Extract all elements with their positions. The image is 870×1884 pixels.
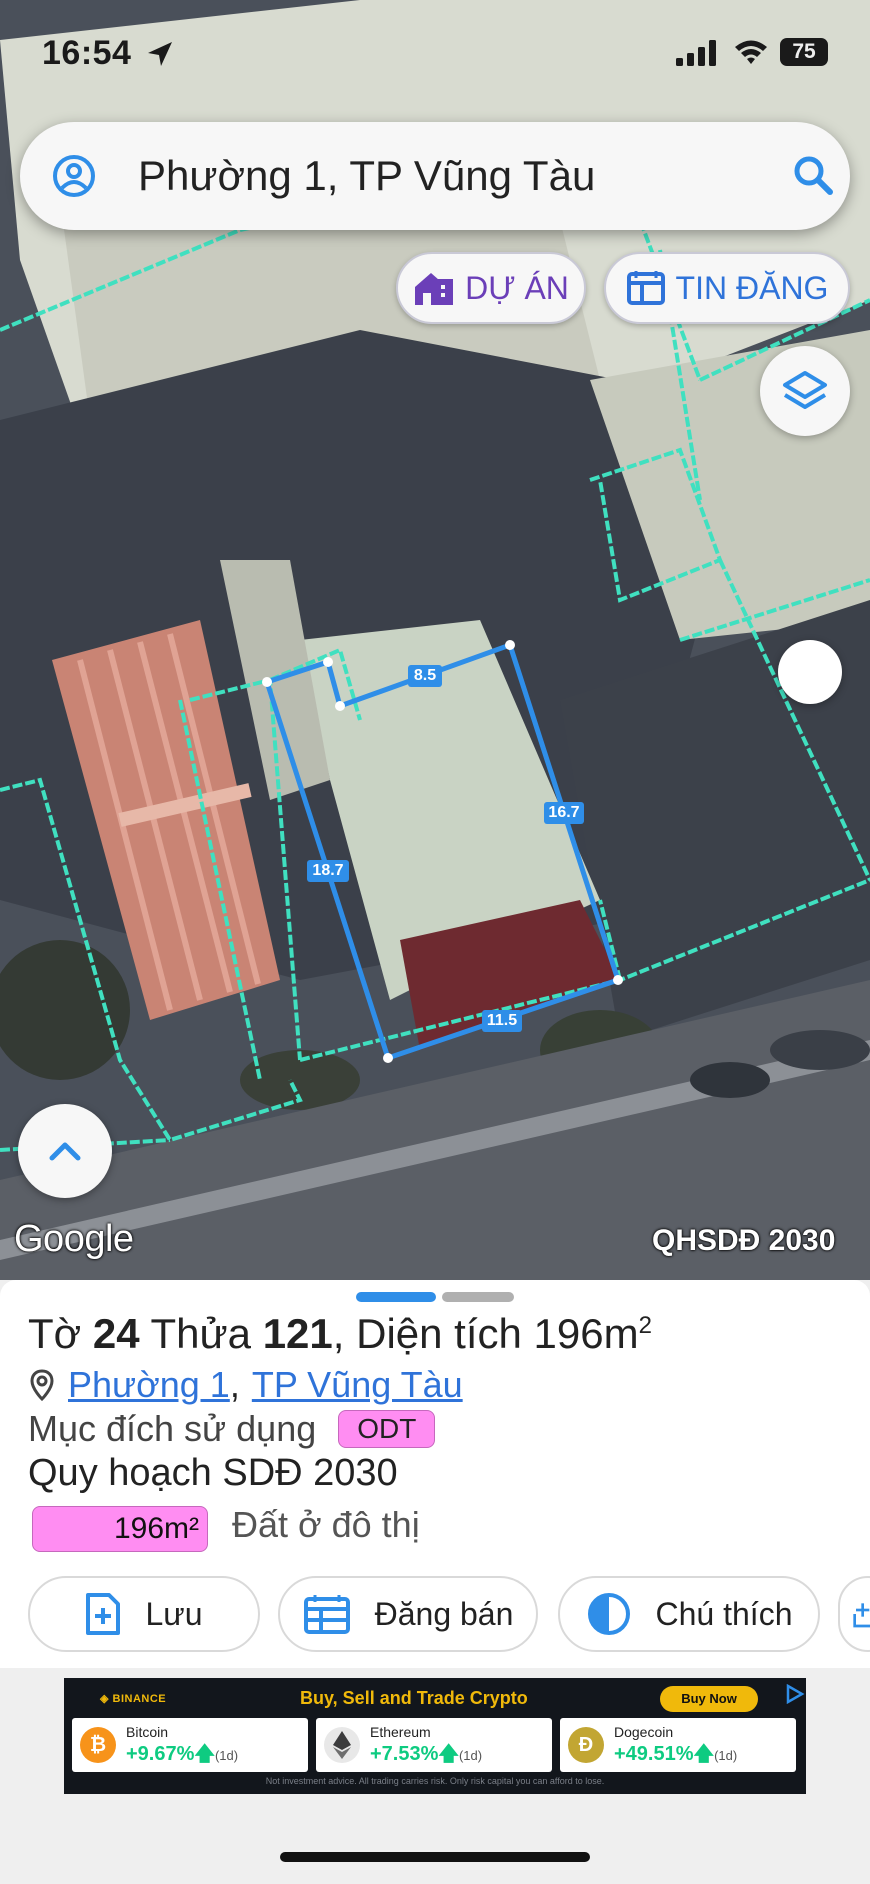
location-arrow-icon bbox=[148, 42, 172, 66]
google-attribution: Google bbox=[14, 1218, 134, 1260]
ad-headline: Buy, Sell and Trade Crypto bbox=[300, 1688, 528, 1708]
edge-length-label: 18.7 bbox=[307, 860, 349, 882]
ethereum-icon bbox=[324, 1727, 360, 1763]
cellular-signal-icon bbox=[676, 40, 716, 66]
coin-card-ethereum[interactable]: Ethereum +7.53%🡅(1d) bbox=[316, 1718, 552, 1772]
location-pin-icon bbox=[30, 1369, 54, 1401]
planning-layer-label: QHSDĐ 2030 bbox=[652, 1224, 836, 1257]
parcel-title: Tờ 24 Thửa 121, Diện tích 196m2 bbox=[28, 1310, 652, 1357]
account-icon[interactable] bbox=[52, 154, 96, 198]
coin-name: Dogecoin bbox=[614, 1724, 674, 1740]
coin-name: Ethereum bbox=[370, 1724, 431, 1740]
coin-change: +9.67%🡅(1d) bbox=[126, 1743, 239, 1765]
add-file-icon bbox=[853, 1603, 870, 1628]
coin-card-bitcoin[interactable]: ₿ Bitcoin +9.67%🡅(1d) bbox=[72, 1718, 308, 1772]
save-label: Lưu bbox=[145, 1595, 203, 1632]
edge-length-label: 16.7 bbox=[544, 802, 584, 824]
layers-button[interactable] bbox=[760, 346, 850, 436]
add-file-icon bbox=[86, 1593, 121, 1635]
adchoices-icon[interactable] bbox=[784, 1684, 806, 1704]
bitcoin-icon: ₿ bbox=[80, 1727, 116, 1763]
sheet-page-indicator[interactable] bbox=[442, 1292, 514, 1302]
chevron-up-icon bbox=[49, 1142, 81, 1161]
map-view[interactable]: 8.5 16.7 18.7 11.5 16:54 75 Phường 1, TP… bbox=[0, 0, 870, 1280]
post-for-sale-label: Đăng bán bbox=[374, 1595, 514, 1632]
dogecoin-icon: Ð bbox=[568, 1727, 604, 1763]
sheet-label: Tờ bbox=[28, 1310, 82, 1357]
more-actions-button[interactable] bbox=[838, 1576, 870, 1652]
plot-label: Thửa bbox=[150, 1310, 252, 1357]
contrast-icon bbox=[587, 1593, 630, 1635]
ad-disclaimer: Not investment advice. All trading carri… bbox=[265, 1776, 605, 1786]
building-icon bbox=[415, 273, 454, 305]
coin-change: +49.51%🡅(1d) bbox=[614, 1743, 738, 1765]
ward-link[interactable]: Phường 1 bbox=[68, 1364, 230, 1406]
layers-icon bbox=[783, 371, 827, 409]
parcel-info-sheet: Tờ 24 Thửa 121, Diện tích 196m2 Phường 1… bbox=[0, 1280, 870, 1668]
legend-button[interactable]: Chú thích bbox=[558, 1576, 820, 1652]
listing-board-icon bbox=[303, 1595, 350, 1634]
city-link[interactable]: TP Vũng Tàu bbox=[252, 1364, 463, 1406]
status-bar: 16:54 75 bbox=[0, 0, 870, 100]
edge-length-label: 8.5 bbox=[408, 665, 442, 687]
home-indicator[interactable] bbox=[280, 1852, 590, 1862]
purpose-label: Mục đích sử dụng bbox=[28, 1408, 317, 1449]
map-control-dot[interactable] bbox=[778, 640, 842, 704]
search-bar[interactable] bbox=[20, 122, 850, 230]
listings-button[interactable]: TIN ĐĂNG bbox=[604, 252, 850, 324]
search-input[interactable] bbox=[138, 146, 758, 206]
coin-change: +7.53%🡅(1d) bbox=[370, 1743, 483, 1765]
sheet-page-indicator-active[interactable] bbox=[356, 1292, 436, 1302]
advertisement-banner[interactable]: ◈ BINANCE Buy, Sell and Trade Crypto Buy… bbox=[64, 1678, 806, 1794]
purpose-code-badge: ODT bbox=[338, 1410, 436, 1448]
save-button[interactable]: Lưu bbox=[28, 1576, 260, 1652]
area-label: Diện tích bbox=[356, 1310, 522, 1357]
coin-card-dogecoin[interactable]: Ð Dogecoin +49.51%🡅(1d) bbox=[560, 1718, 796, 1772]
listing-board-icon bbox=[626, 271, 665, 305]
search-icon[interactable] bbox=[790, 152, 836, 198]
ad-brand: ◈ BINANCE bbox=[100, 1693, 167, 1705]
projects-button[interactable]: DỰ ÁN bbox=[396, 252, 586, 324]
sheet-number: 24 bbox=[92, 1310, 140, 1357]
planning-area-description: Đất ở đô thị bbox=[232, 1504, 420, 1545]
area-unit-exponent: 2 bbox=[638, 1312, 652, 1339]
area-value: 196m bbox=[533, 1310, 639, 1357]
projects-label: DỰ ÁN bbox=[465, 269, 569, 306]
parcel-address: Phường 1 , TP Vũng Tàu bbox=[30, 1364, 463, 1406]
coin-name: Bitcoin bbox=[126, 1724, 169, 1740]
action-buttons-row: Lưu Đăng bán Chú thích bbox=[0, 1576, 870, 1652]
legend-label: Chú thích bbox=[655, 1595, 793, 1632]
battery-indicator: 75 bbox=[780, 38, 828, 66]
planning-area-badge: 196m² bbox=[32, 1506, 208, 1552]
post-for-sale-button[interactable]: Đăng bán bbox=[278, 1576, 538, 1652]
plot-number: 121 bbox=[262, 1310, 333, 1357]
address-separator: , bbox=[229, 1364, 240, 1405]
land-use-purpose: Mục đích sử dụng ODT bbox=[28, 1408, 436, 1450]
planning-heading: Quy hoạch SDĐ 2030 bbox=[28, 1452, 398, 1494]
listings-label: TIN ĐĂNG bbox=[675, 269, 829, 306]
ad-buy-now-button[interactable]: Buy Now bbox=[660, 1686, 758, 1712]
expand-sheet-button[interactable] bbox=[18, 1104, 112, 1198]
wifi-icon bbox=[735, 40, 767, 64]
edge-length-label: 11.5 bbox=[482, 1010, 522, 1032]
clock: 16:54 bbox=[42, 34, 132, 72]
